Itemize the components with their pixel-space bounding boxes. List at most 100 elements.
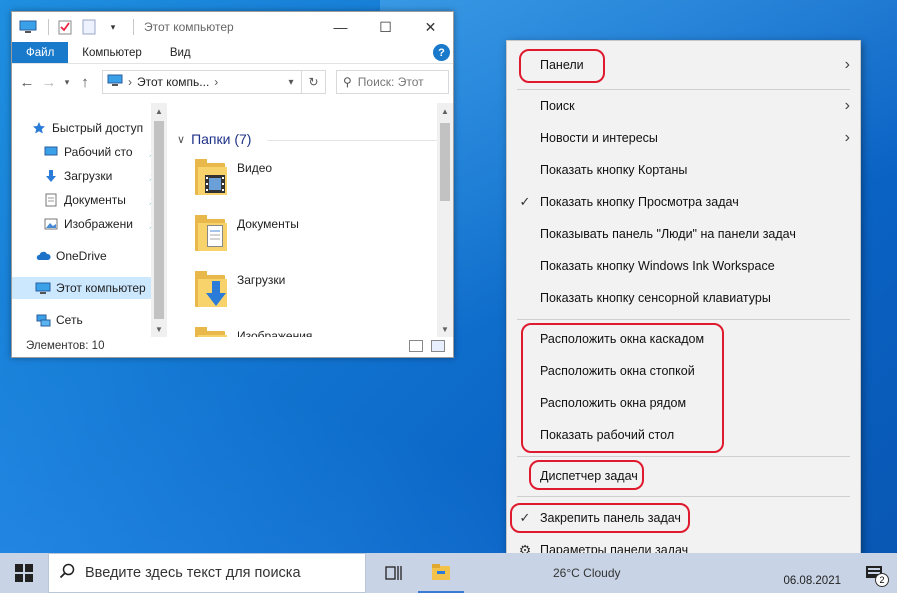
menu-item-show-people[interactable]: Показывать панель "Люди" на панели задач	[507, 218, 860, 250]
address-dropdown-icon[interactable]: ▾	[281, 77, 301, 88]
computer-icon	[107, 74, 123, 90]
menu-item-show-touch-keyboard[interactable]: Показать кнопку сенсорной клавиатуры	[507, 282, 860, 314]
folder-icon	[195, 213, 229, 253]
menu-item-show-ink-workspace[interactable]: Показать кнопку Windows Ink Workspace	[507, 250, 860, 282]
chevron-right-icon: ›	[844, 129, 850, 146]
tab-computer[interactable]: Компьютер	[68, 42, 156, 63]
sidebar-item-pictures[interactable]: Изображени 📌	[42, 213, 162, 235]
breadcrumb[interactable]: Этот компь...	[137, 75, 209, 89]
sidebar-item-onedrive[interactable]: OneDrive	[34, 245, 167, 267]
close-button[interactable]: ✕	[408, 12, 453, 42]
star-icon	[30, 120, 48, 136]
menu-item-news-and-interests[interactable]: Новости и интересы ›	[507, 122, 860, 154]
content-area: Быстрый доступ Рабочий сто 📌 Загрузки 📌 …	[12, 103, 453, 337]
action-center-button[interactable]: 2	[865, 565, 889, 587]
taskbar-context-menu: Панели › Поиск › Новости и интересы › По…	[506, 40, 861, 573]
menu-item-search[interactable]: Поиск ›	[507, 90, 860, 122]
sidebar-item-quick-access[interactable]: Быстрый доступ	[30, 117, 167, 139]
navigation-pane: Быстрый доступ Рабочий сто 📌 Загрузки 📌 …	[12, 103, 167, 337]
menu-item-side-by-side[interactable]: Расположить окна рядом	[507, 387, 860, 419]
folder-item-downloads[interactable]: Загрузки	[195, 269, 285, 315]
tab-view[interactable]: Вид	[156, 42, 205, 63]
group-header[interactable]: ∨ Папки (7)	[177, 131, 251, 147]
sidebar-item-downloads[interactable]: Загрузки 📌	[42, 165, 162, 187]
quick-access-dropdown-icon[interactable]: ▾	[103, 19, 123, 35]
file-pane: ∨ Папки (7) Видео Документы Загрузки Изо…	[167, 103, 453, 337]
recent-locations-button[interactable]: ▾	[60, 70, 74, 94]
task-view-button[interactable]	[372, 553, 418, 593]
image-icon	[42, 216, 60, 232]
computer-icon	[34, 280, 52, 296]
navigation-pane-scrollbar[interactable]: ▲ ▼	[151, 103, 167, 337]
title-bar[interactable]: ▾ Этот компьютер — ☐ ✕	[12, 12, 453, 42]
breadcrumb-separator-icon: ›	[128, 75, 132, 89]
back-button[interactable]: ←	[16, 70, 38, 94]
windows-logo-icon	[15, 564, 33, 582]
taskbar-search-input[interactable]: Введите здесь текст для поиска	[48, 553, 366, 593]
folder-item-documents[interactable]: Документы	[195, 213, 299, 259]
menu-item-task-manager[interactable]: Диспетчер задач	[507, 460, 860, 492]
search-input[interactable]: ⚲ Поиск: Этот	[336, 70, 449, 94]
menu-item-stack-windows[interactable]: Расположить окна стопкой	[507, 355, 860, 387]
sidebar-item-this-pc[interactable]: Этот компьютер	[12, 277, 152, 299]
search-icon	[59, 563, 75, 584]
search-placeholder: Поиск: Этот	[357, 75, 424, 89]
checkmark-icon: ✓	[519, 510, 531, 525]
start-button[interactable]	[0, 553, 48, 593]
help-button[interactable]: ?	[433, 44, 450, 61]
address-bar[interactable]: › Этот компь... › ▾	[102, 70, 302, 94]
download-arrow-icon	[42, 168, 60, 184]
forward-button[interactable]: →	[38, 70, 60, 94]
task-view-icon	[385, 566, 402, 580]
taskbar: Введите здесь текст для поиска 26°C Clou…	[0, 553, 897, 593]
document-icon	[42, 192, 60, 208]
large-icons-view-icon[interactable]	[431, 340, 445, 352]
folder-item-videos[interactable]: Видео	[195, 157, 272, 203]
scroll-up-arrow-icon[interactable]: ▲	[437, 103, 453, 119]
minimize-button[interactable]: —	[318, 12, 363, 42]
search-icon: ⚲	[343, 75, 352, 89]
ribbon-tabs: Файл Компьютер Вид ?	[12, 42, 453, 64]
sidebar-item-network[interactable]: Сеть	[34, 309, 167, 331]
menu-item-toolbars[interactable]: Панели ›	[507, 49, 860, 81]
scrollbar-thumb[interactable]	[154, 121, 164, 319]
menu-item-show-task-view-button[interactable]: ✓ Показать кнопку Просмотра задач	[507, 186, 860, 218]
menu-item-show-cortana-button[interactable]: Показать кнопку Кортаны	[507, 154, 860, 186]
window-title: Этот компьютер	[144, 20, 234, 34]
scroll-up-arrow-icon[interactable]: ▲	[151, 103, 167, 119]
sidebar-item-desktop[interactable]: Рабочий сто 📌	[42, 141, 162, 163]
file-explorer-icon	[432, 564, 450, 580]
chevron-right-icon: ›	[844, 97, 850, 114]
new-folder-icon[interactable]	[79, 19, 99, 35]
maximize-button[interactable]: ☐	[363, 12, 408, 42]
desktop-icon	[42, 144, 60, 160]
scrollbar-thumb[interactable]	[440, 123, 450, 201]
breadcrumb-chevron-icon[interactable]: ›	[214, 75, 218, 89]
menu-item-cascade-windows[interactable]: Расположить окна каскадом	[507, 323, 860, 355]
chevron-down-icon[interactable]: ∨	[177, 133, 185, 146]
chevron-right-icon: ›	[844, 56, 850, 73]
item-count: Элементов: 10	[26, 340, 105, 352]
download-arrow-icon	[206, 281, 226, 306]
taskbar-app-file-explorer[interactable]	[418, 553, 464, 593]
computer-icon	[18, 19, 38, 35]
details-view-icon[interactable]	[409, 340, 423, 352]
up-button[interactable]: ↑	[74, 70, 96, 94]
weather-widget[interactable]: 26°C Cloudy	[553, 566, 621, 580]
explorer-window: ▾ Этот компьютер — ☐ ✕ Файл Компьютер Ви…	[11, 11, 454, 358]
properties-icon[interactable]	[55, 19, 75, 35]
menu-item-show-desktop[interactable]: Показать рабочий стол	[507, 419, 860, 451]
folder-icon	[195, 269, 229, 309]
network-icon	[34, 312, 52, 328]
clock-date[interactable]: 06.08.2021	[783, 575, 841, 587]
tab-file[interactable]: Файл	[12, 42, 69, 63]
film-icon	[205, 175, 225, 193]
notification-count-badge: 2	[875, 573, 889, 587]
refresh-button[interactable]: ↻	[302, 70, 326, 94]
system-tray: 26°C Cloudy 06.08.2021 2	[505, 553, 897, 593]
menu-item-lock-taskbar[interactable]: ✓ Закрепить панель задач	[507, 502, 860, 534]
cloud-icon	[34, 248, 52, 264]
sidebar-item-documents[interactable]: Документы 📌	[42, 189, 162, 211]
file-pane-scrollbar[interactable]: ▲ ▼	[437, 103, 453, 337]
document-icon	[207, 225, 223, 247]
